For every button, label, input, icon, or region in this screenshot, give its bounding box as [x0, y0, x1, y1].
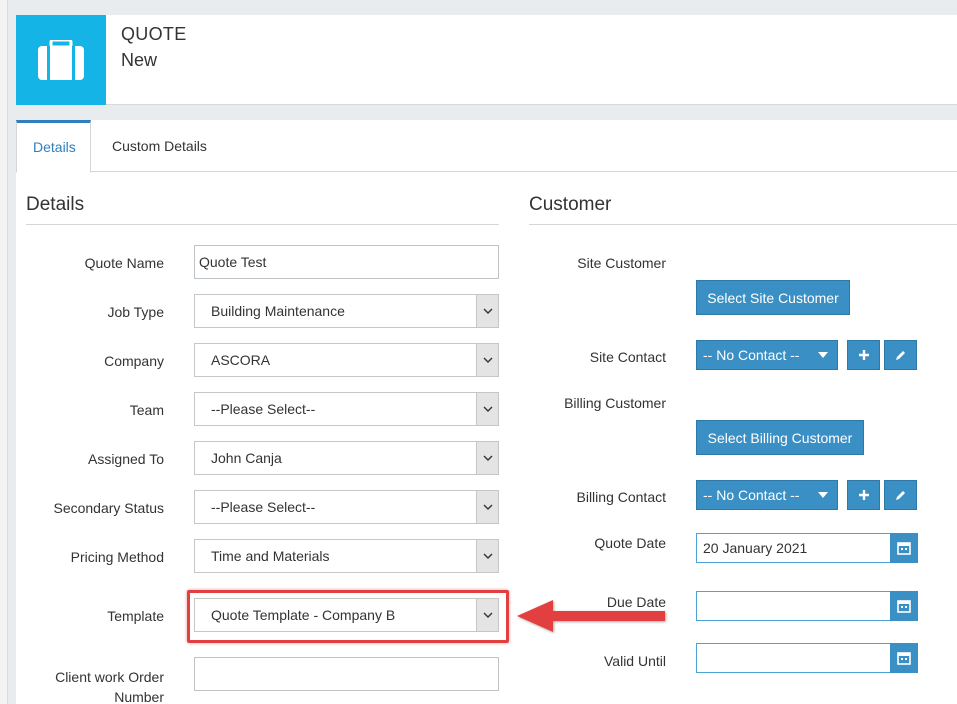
chevron-down-icon[interactable]: [476, 295, 498, 327]
quote-date-input[interactable]: 20 January 2021: [696, 533, 891, 563]
tab-custom-details[interactable]: Custom Details: [96, 120, 223, 172]
quote-name-label: Quote Name: [84, 255, 164, 271]
add-billing-contact-button[interactable]: [847, 480, 880, 510]
calendar-icon: [897, 542, 911, 555]
customer-section-title: Customer: [529, 194, 612, 215]
client-work-order-label: Client work Order Number: [20, 667, 164, 704]
client-work-order-input[interactable]: [194, 657, 499, 691]
secondary-status-label: Secondary Status: [53, 500, 164, 516]
company-value: ASCORA: [211, 352, 271, 368]
chevron-down-icon[interactable]: [476, 393, 498, 425]
billing-contact-value: -- No Contact --: [703, 487, 800, 503]
assigned-to-select[interactable]: John Canja: [194, 441, 499, 475]
quote-name-input[interactable]: Quote Test: [194, 245, 499, 279]
team-select[interactable]: --Please Select--: [194, 392, 499, 426]
customer-divider: [529, 224, 957, 225]
team-value: --Please Select--: [211, 401, 316, 417]
team-label: Team: [129, 402, 164, 418]
calendar-icon: [897, 600, 911, 613]
pricing-method-label: Pricing Method: [70, 549, 164, 565]
page-header: QUOTE New: [16, 15, 957, 105]
left-sidebar-edge: [0, 0, 8, 704]
client-work-order-label-line2: Number: [114, 689, 164, 704]
client-work-order-label-line1: Client work Order: [55, 669, 164, 685]
billing-contact-label: Billing Contact: [576, 489, 667, 505]
site-contact-label: Site Contact: [589, 349, 666, 365]
pricing-method-select[interactable]: Time and Materials: [194, 539, 499, 573]
due-date-label: Due Date: [606, 594, 666, 610]
assigned-to-label: Assigned To: [87, 451, 164, 467]
quote-date-label: Quote Date: [594, 535, 666, 551]
select-site-customer-button[interactable]: Select Site Customer: [696, 280, 850, 315]
chevron-down-icon[interactable]: [476, 540, 498, 572]
chevron-down-icon[interactable]: [476, 442, 498, 474]
job-type-select[interactable]: Building Maintenance: [194, 294, 499, 328]
billing-customer-label: Billing Customer: [564, 395, 666, 411]
details-divider: [26, 224, 499, 225]
plus-icon: [858, 490, 869, 500]
pricing-method-value: Time and Materials: [211, 548, 330, 564]
tab-details[interactable]: Details: [16, 120, 91, 173]
secondary-status-select[interactable]: --Please Select--: [194, 490, 499, 524]
pencil-icon: [896, 490, 905, 500]
job-type-label: Job Type: [107, 304, 164, 320]
page-subtitle: New: [121, 50, 158, 70]
quote-date-calendar-button[interactable]: [890, 533, 918, 563]
company-label: Company: [104, 353, 164, 369]
valid-until-label: Valid Until: [604, 653, 666, 669]
job-type-value: Building Maintenance: [211, 303, 345, 319]
template-highlight-box: [187, 590, 509, 643]
edit-billing-contact-button[interactable]: [884, 480, 917, 510]
plus-icon: [858, 350, 869, 360]
template-label: Template: [107, 608, 164, 624]
valid-until-input[interactable]: [696, 643, 891, 673]
details-section-title: Details: [26, 194, 85, 215]
valid-until-calendar-button[interactable]: [890, 643, 918, 673]
add-site-contact-button[interactable]: [847, 340, 880, 370]
briefcase-icon: [16, 15, 106, 105]
edit-site-contact-button[interactable]: [884, 340, 917, 370]
calendar-icon: [897, 652, 911, 665]
site-contact-value: -- No Contact --: [703, 347, 800, 363]
pencil-icon: [896, 350, 905, 360]
assigned-to-value: John Canja: [211, 450, 282, 466]
caret-down-icon: [818, 492, 828, 498]
tab-bar: Details Custom Details: [16, 120, 957, 173]
caret-down-icon: [818, 352, 828, 358]
due-date-input[interactable]: [696, 591, 891, 621]
page-title: QUOTE: [121, 24, 187, 44]
secondary-status-value: --Please Select--: [211, 499, 316, 515]
chevron-down-icon[interactable]: [476, 344, 498, 376]
billing-contact-select[interactable]: -- No Contact --: [696, 480, 838, 510]
company-select[interactable]: ASCORA: [194, 343, 499, 377]
chevron-down-icon[interactable]: [476, 491, 498, 523]
site-contact-select[interactable]: -- No Contact --: [696, 340, 838, 370]
select-billing-customer-button[interactable]: Select Billing Customer: [696, 420, 864, 455]
site-customer-label: Site Customer: [577, 255, 666, 271]
due-date-calendar-button[interactable]: [890, 591, 918, 621]
